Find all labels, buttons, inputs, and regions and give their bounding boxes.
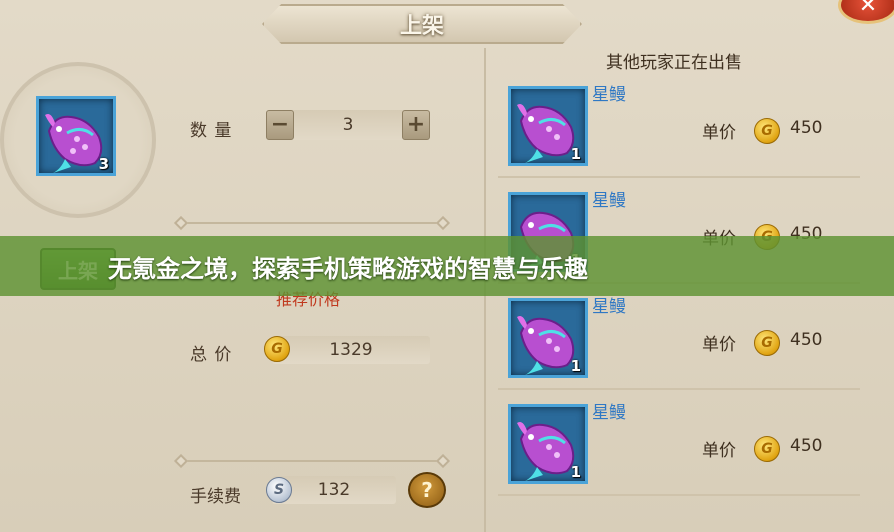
listing-panel: 上架 ✕ 3 数 量 − 3 + 上架 bbox=[0, 0, 894, 532]
quantity-value: 3 bbox=[342, 115, 354, 135]
listing-count: 1 bbox=[570, 463, 581, 481]
market-title: 其他玩家正在出售 bbox=[606, 53, 742, 73]
close-icon: ✕ bbox=[858, 0, 878, 18]
quantity-label: 数 量 bbox=[190, 121, 233, 141]
listing-count: 1 bbox=[570, 357, 581, 375]
item-count: 3 bbox=[98, 155, 109, 173]
minus-icon: − bbox=[270, 112, 290, 137]
close-button[interactable]: ✕ bbox=[838, 0, 894, 24]
fee-value: 132 bbox=[317, 480, 351, 500]
selected-item-slot[interactable]: 3 bbox=[36, 96, 116, 176]
listing-count: 1 bbox=[570, 145, 581, 163]
headline-banner: 无氪金之境，探索手机策略游戏的智慧与乐趣 bbox=[0, 236, 894, 296]
listing-name: 星鳗 bbox=[592, 403, 626, 423]
silver-coin-icon: S bbox=[266, 477, 292, 503]
market-listing[interactable]: 1 星鳗 单价 G 450 bbox=[498, 396, 860, 496]
increase-button[interactable]: + bbox=[402, 110, 430, 140]
total-price-value: 1329 bbox=[329, 340, 373, 360]
quantity-stepper[interactable]: − 3 + bbox=[266, 110, 430, 140]
gold-coin-icon: G bbox=[264, 336, 290, 362]
total-price-label: 总 价 bbox=[190, 345, 233, 365]
unit-price-value: 450 bbox=[790, 436, 823, 456]
listing-name: 星鳗 bbox=[592, 85, 626, 105]
help-button[interactable]: ? bbox=[408, 472, 446, 508]
listing-item-slot[interactable]: 1 bbox=[508, 404, 588, 484]
unit-price-value: 450 bbox=[790, 118, 823, 138]
panel-title: 上架 bbox=[399, 14, 444, 39]
total-price-field: 1329 bbox=[272, 336, 430, 364]
divider-top bbox=[173, 215, 451, 231]
unit-price-label: 单价 bbox=[702, 123, 736, 143]
listing-item-slot[interactable]: 1 bbox=[508, 86, 588, 166]
gold-coin-icon: G bbox=[754, 118, 780, 144]
gold-coin-icon: G bbox=[754, 330, 780, 356]
unit-price-label: 单价 bbox=[702, 335, 736, 355]
listing-item-slot[interactable]: 1 bbox=[508, 298, 588, 378]
fee-label: 手续费 bbox=[190, 487, 241, 507]
banner-text: 无氪金之境，探索手机策略游戏的智慧与乐趣 bbox=[108, 254, 588, 283]
unit-price-value: 450 bbox=[790, 330, 823, 350]
decrease-button[interactable]: − bbox=[266, 110, 294, 140]
market-listing[interactable]: 1 星鳗 单价 G 450 bbox=[498, 78, 860, 178]
listing-name: 星鳗 bbox=[592, 191, 626, 211]
unit-price-label: 单价 bbox=[702, 441, 736, 461]
plus-icon: + bbox=[406, 112, 426, 137]
divider-bottom bbox=[173, 453, 451, 469]
question-icon: ? bbox=[421, 478, 433, 502]
market-listing[interactable]: 1 星鳗 单价 G 450 bbox=[498, 290, 860, 390]
header-plate: 上架 bbox=[262, 4, 582, 44]
gold-coin-icon: G bbox=[754, 436, 780, 462]
